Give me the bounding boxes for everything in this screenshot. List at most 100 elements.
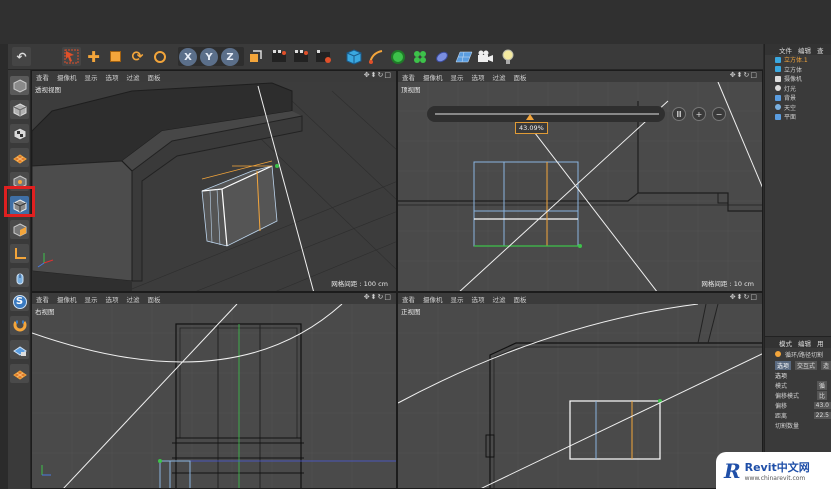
- menu-panel[interactable]: 面板: [148, 294, 161, 304]
- menu-display[interactable]: 显示: [85, 294, 98, 304]
- menu-view[interactable]: 查: [817, 45, 824, 55]
- magnet-snap-icon[interactable]: [10, 316, 29, 335]
- right-viewport[interactable]: 查看 摄像机 显示 选项 过滤 面板 ✥⬍↻□ 右视图: [31, 292, 397, 489]
- slider-plus-button[interactable]: +: [692, 107, 706, 121]
- subdivision-surface-icon[interactable]: [388, 47, 407, 66]
- scale-tool-icon[interactable]: [106, 47, 125, 66]
- menu-camera[interactable]: 摄像机: [57, 294, 77, 304]
- object-item[interactable]: 背景: [765, 93, 831, 103]
- planar-workplane-icon[interactable]: [10, 364, 29, 383]
- perspective-viewport[interactable]: 查看 摄像机 显示 选项 过滤 面板 ✥⬍↻□ 透视视图 网格间距 : 100 …: [31, 70, 397, 292]
- menu-display[interactable]: 显示: [451, 294, 464, 304]
- tab-build[interactable]: 造: [821, 360, 831, 370]
- top-scene: [398, 81, 762, 291]
- viewport-nav-icons[interactable]: ✥⬍↻□: [364, 293, 392, 304]
- grid-spacing: 网格间距 : 100 cm: [331, 280, 388, 288]
- cloner-icon[interactable]: [410, 47, 429, 66]
- viewport-nav-icons[interactable]: ✥⬍↻□: [364, 71, 392, 82]
- menu-user[interactable]: 用: [817, 338, 824, 348]
- menu-file[interactable]: 文件: [779, 45, 792, 55]
- menu-options[interactable]: 选项: [472, 72, 485, 82]
- distance-field[interactable]: 22.5: [813, 411, 831, 419]
- light-icon[interactable]: [498, 47, 517, 66]
- cube-primitive-icon[interactable]: [344, 47, 363, 66]
- viewport-label: 正视图: [401, 308, 421, 316]
- menu-filter[interactable]: 过滤: [127, 72, 140, 82]
- loop-cut-slider[interactable]: [427, 106, 665, 122]
- recent-tool-icon[interactable]: [150, 47, 169, 66]
- undo-button[interactable]: ↶: [12, 47, 31, 66]
- pen-spline-icon[interactable]: [366, 47, 385, 66]
- object-item[interactable]: 平面: [765, 112, 831, 122]
- menu-camera[interactable]: 摄像机: [57, 72, 77, 82]
- menu-mode[interactable]: 模式: [779, 338, 792, 348]
- object-item[interactable]: 摄像机: [765, 74, 831, 84]
- menu-view[interactable]: 查看: [402, 72, 415, 82]
- plane-icon: [775, 113, 781, 120]
- slider-minus-button[interactable]: −: [712, 107, 726, 121]
- top-viewport[interactable]: 查看 摄像机 显示 选项 过滤 面板 ✥⬍↻□ 顶视图 网格间距 : 10 cm: [397, 70, 763, 292]
- tool-title: 循环/路径切割: [765, 348, 831, 360]
- menu-camera[interactable]: 摄像机: [423, 72, 443, 82]
- object-item[interactable]: 天空: [765, 103, 831, 113]
- enable-axis-icon[interactable]: [10, 244, 29, 263]
- attr-row-offset: 偏移 43.0: [775, 401, 831, 410]
- menu-options[interactable]: 选项: [106, 72, 119, 82]
- model-mode-icon[interactable]: [10, 100, 29, 119]
- menu-display[interactable]: 显示: [85, 72, 98, 82]
- menu-filter[interactable]: 过滤: [127, 294, 140, 304]
- x-axis-button[interactable]: X: [179, 48, 197, 66]
- menu-view[interactable]: 查看: [402, 294, 415, 304]
- camera-icon: [775, 75, 781, 82]
- tab-interactive[interactable]: 交互式: [795, 360, 818, 370]
- render-settings-icon[interactable]: [314, 47, 333, 66]
- viewport-menu: 查看 摄像机 显示 选项 过滤 面板: [398, 293, 762, 304]
- front-viewport[interactable]: 查看 摄像机 显示 选项 过滤 面板 ✥⬍↻□ 正视图: [397, 292, 763, 489]
- title-area: [0, 0, 831, 44]
- render-view-icon[interactable]: [270, 47, 289, 66]
- viewport-nav-icons[interactable]: ✥⬍↻□: [730, 71, 758, 82]
- menu-view[interactable]: 查看: [36, 294, 49, 304]
- mode-dropdown[interactable]: 循: [817, 380, 828, 390]
- offset-field[interactable]: 43.0: [813, 401, 831, 409]
- viewport-nav-icons[interactable]: ✥⬍↻□: [730, 293, 758, 304]
- object-item[interactable]: 灯光: [765, 84, 831, 94]
- menu-filter[interactable]: 过滤: [493, 72, 506, 82]
- viewport-menu: 查看 摄像机 显示 选项 过滤 面板: [398, 71, 762, 82]
- menu-panel[interactable]: 面板: [514, 294, 527, 304]
- menu-edit[interactable]: 编辑: [798, 45, 811, 55]
- render-picture-viewer-icon[interactable]: [292, 47, 311, 66]
- tab-options[interactable]: 选项: [775, 360, 792, 370]
- menu-panel[interactable]: 面板: [148, 72, 161, 82]
- snap-icon[interactable]: S: [10, 292, 29, 311]
- rotate-tool-icon[interactable]: ⟳: [128, 47, 147, 66]
- menu-options[interactable]: 选项: [472, 294, 485, 304]
- texture-mode-icon[interactable]: [10, 124, 29, 143]
- menu-edit[interactable]: 编辑: [798, 338, 811, 348]
- make-editable-icon[interactable]: [10, 76, 29, 95]
- menu-filter[interactable]: 过滤: [493, 294, 506, 304]
- slider-pause-button[interactable]: Ⅲ: [672, 107, 686, 121]
- floor-icon[interactable]: [454, 47, 473, 66]
- menu-camera[interactable]: 摄像机: [423, 294, 443, 304]
- loop-cut-icon: [775, 351, 781, 357]
- move-tool-icon[interactable]: ✚: [84, 47, 103, 66]
- menu-panel[interactable]: 面板: [514, 72, 527, 82]
- menu-options[interactable]: 选项: [106, 294, 119, 304]
- select-tool-icon[interactable]: [62, 47, 81, 66]
- menu-view[interactable]: 查看: [36, 72, 49, 82]
- coordinate-system-icon[interactable]: [246, 47, 265, 66]
- camera-icon[interactable]: [476, 47, 495, 66]
- polygons-mode-icon[interactable]: [10, 220, 29, 239]
- z-axis-button[interactable]: Z: [221, 48, 239, 66]
- slider-handle[interactable]: [526, 114, 534, 120]
- workplane-mode-icon[interactable]: [10, 148, 29, 167]
- menu-display[interactable]: 显示: [451, 72, 464, 82]
- deformer-icon[interactable]: [432, 47, 451, 66]
- offset-mode-dropdown[interactable]: 比: [817, 390, 828, 400]
- tweak-mode-icon[interactable]: [10, 268, 29, 287]
- y-axis-button[interactable]: Y: [200, 48, 218, 66]
- object-item[interactable]: 立方体: [765, 65, 831, 75]
- workplane-lock-icon[interactable]: [10, 340, 29, 359]
- object-item[interactable]: 立方体.1: [765, 55, 831, 65]
